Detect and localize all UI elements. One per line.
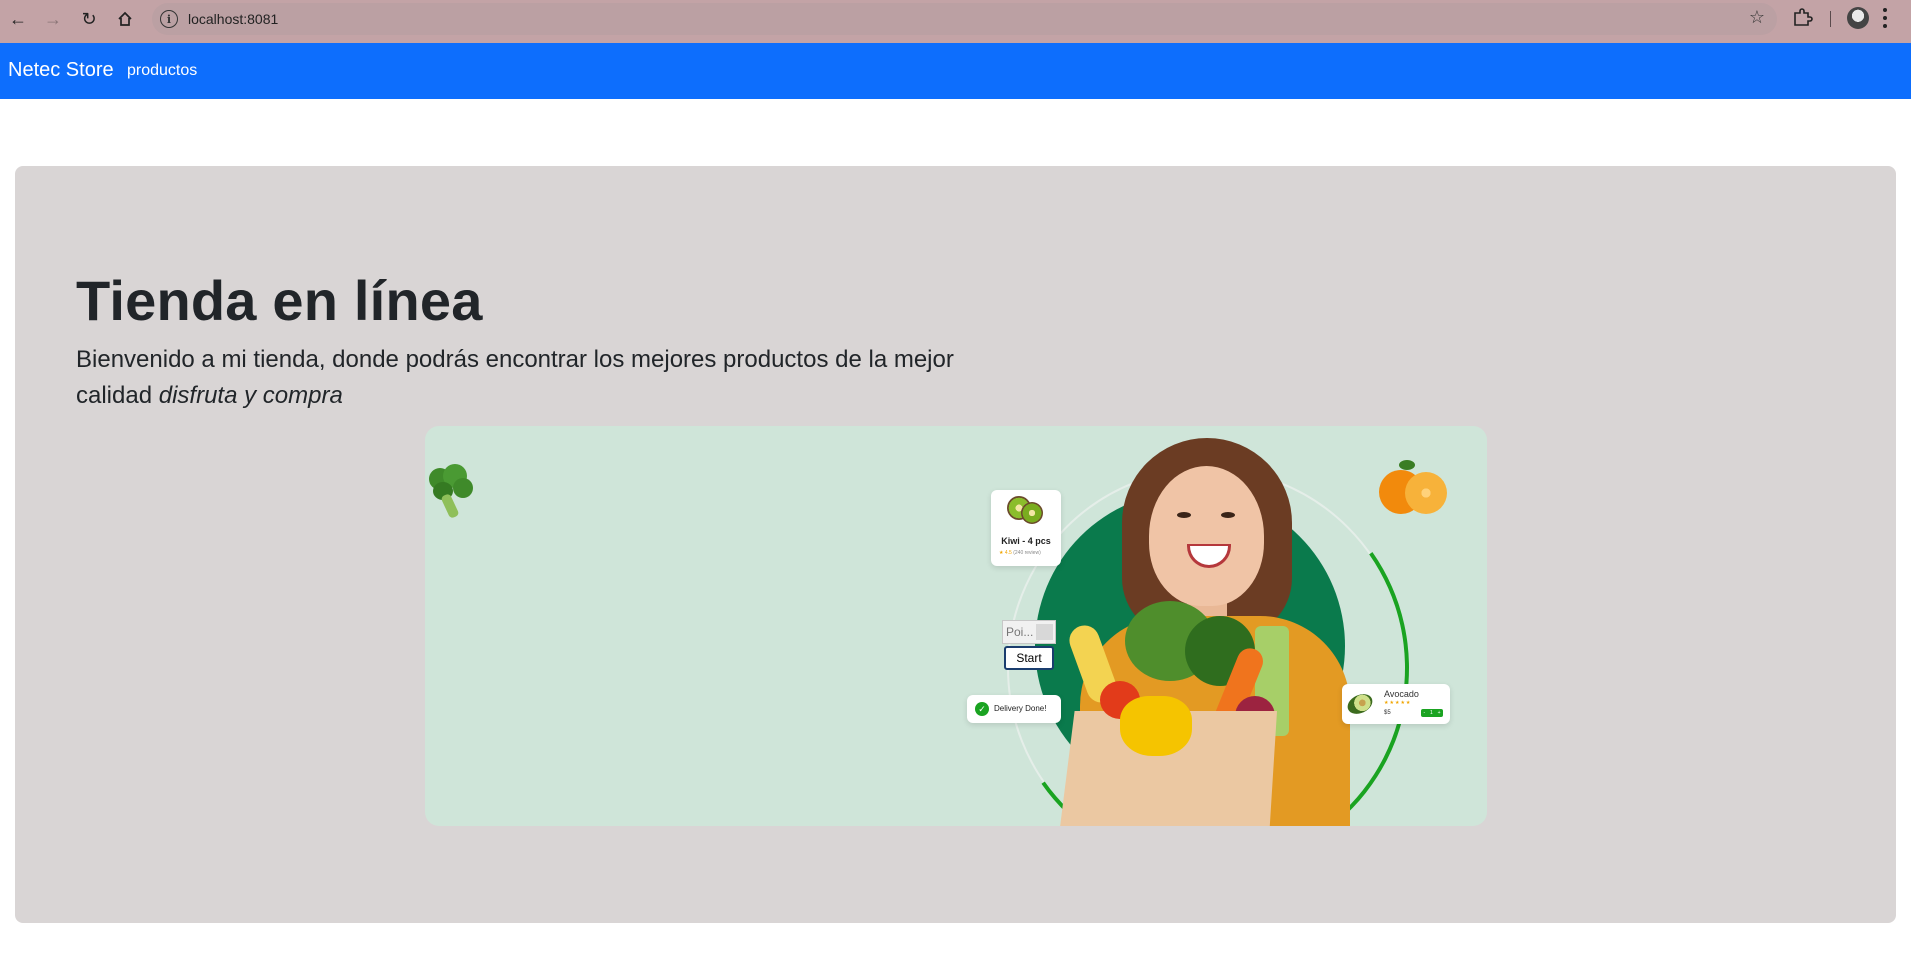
oranges-illustration: [1379, 460, 1451, 518]
stepper-minus: -: [1423, 710, 1426, 716]
url-text[interactable]: localhost:8081: [188, 11, 278, 27]
avocado-rating-stars: ★★★★★: [1384, 700, 1412, 706]
quantity-stepper: - 1 +: [1421, 709, 1443, 717]
hero-banner-image: Kiwi - 4 pcs ★ 4.5 (240 review) Poi... S…: [425, 426, 1487, 826]
delivery-status-text: Delivery Done!: [994, 704, 1047, 713]
kiwi-product-card: Kiwi - 4 pcs ★ 4.5 (240 review): [991, 490, 1061, 566]
broccoli-illustration: [425, 464, 477, 519]
overlay-widget: Poi... Start: [1002, 620, 1056, 670]
kiwi-card-title: Kiwi - 4 pcs: [1001, 536, 1051, 546]
hero-lead-emphasis: disfruta y compra: [158, 382, 343, 409]
navbar: Netec Store productos: [0, 43, 1911, 99]
home-icon[interactable]: [112, 6, 138, 32]
stepper-value: 1: [1429, 710, 1433, 716]
back-arrow-icon[interactable]: ←: [5, 6, 31, 32]
hero-lead: Bienvenido a mi tienda, donde podrás enc…: [76, 342, 976, 414]
woman-face: [1149, 466, 1264, 606]
kebab-menu-icon[interactable]: [1882, 8, 1888, 28]
kiwi-icon: [1007, 496, 1045, 524]
point-select-input[interactable]: Poi...: [1002, 620, 1056, 644]
kiwi-card-rating: ★ 4.5 (240 review): [999, 550, 1041, 556]
site-info-icon[interactable]: i: [160, 10, 178, 28]
navbar-brand[interactable]: Netec Store: [8, 59, 114, 82]
forward-arrow-icon[interactable]: →: [40, 6, 66, 32]
avocado-icon: [1344, 690, 1376, 718]
avocado-product-card: Avocado ★★★★★ $5 - 1 +: [1342, 684, 1450, 724]
dropdown-toggle[interactable]: [1036, 624, 1053, 640]
delivery-done-card: ✓ Delivery Done!: [967, 695, 1061, 723]
woman-eye-left: [1177, 512, 1191, 518]
browser-toolbar: ← → ↻ i localhost:8081 ☆: [0, 0, 1911, 43]
nav-link-productos[interactable]: productos: [127, 62, 197, 80]
start-button[interactable]: Start: [1004, 646, 1054, 670]
avocado-price: $5: [1384, 710, 1391, 716]
profile-avatar[interactable]: [1847, 7, 1869, 29]
toolbar-divider: [1830, 11, 1831, 27]
avocado-card-name: Avocado: [1384, 689, 1419, 699]
address-bar[interactable]: i localhost:8081 ☆: [152, 3, 1777, 35]
reload-icon[interactable]: ↻: [76, 6, 102, 32]
check-circle-icon: ✓: [975, 702, 989, 716]
page-title: Tienda en línea: [76, 269, 483, 332]
bookmark-star-icon[interactable]: ☆: [1749, 7, 1765, 28]
extensions-icon[interactable]: [1792, 8, 1814, 28]
yellow-pepper-illustration: [1120, 696, 1192, 756]
woman-eye-right: [1221, 512, 1235, 518]
stepper-plus: +: [1437, 710, 1441, 716]
